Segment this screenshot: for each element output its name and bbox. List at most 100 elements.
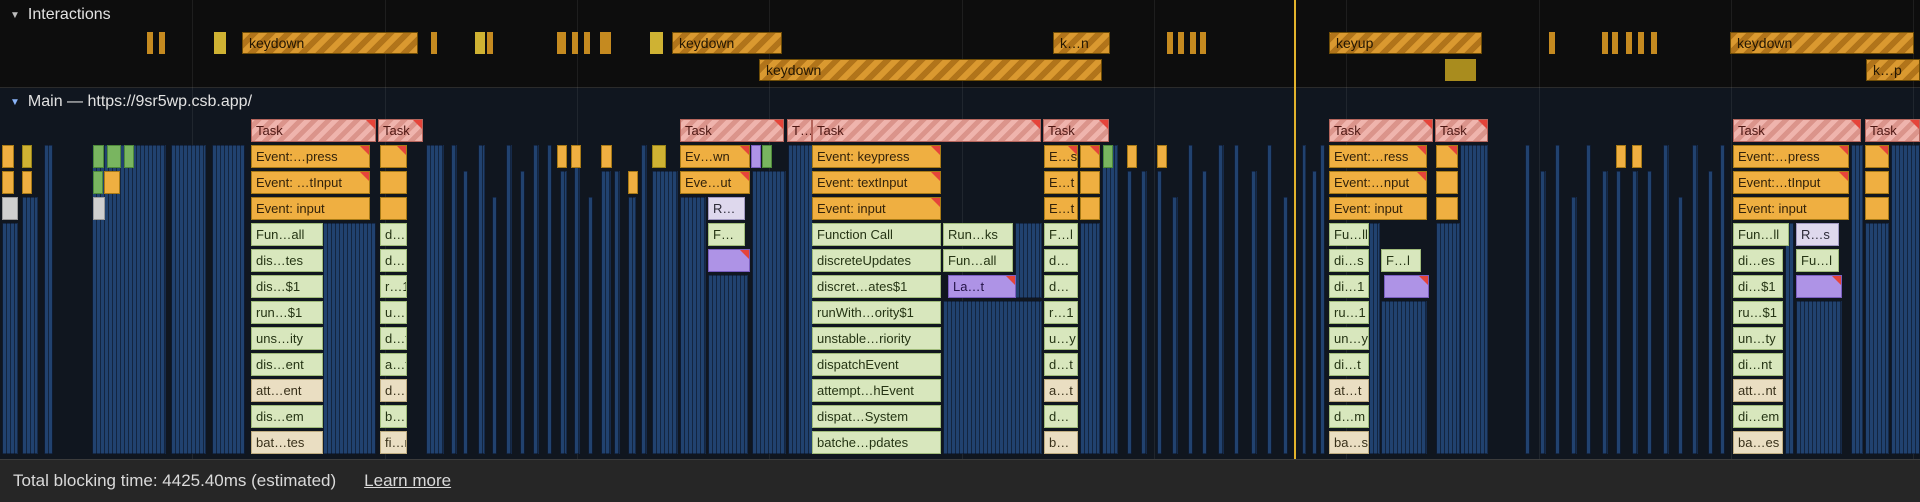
interaction-bar[interactable] (572, 32, 578, 54)
flame-sliver[interactable] (557, 145, 567, 168)
flame-bar[interactable]: att…nt (1733, 379, 1783, 402)
flame-bar[interactable]: un…ty (1733, 327, 1783, 350)
flame-sliver[interactable] (1616, 145, 1626, 168)
interaction-bar[interactable]: k…p (1866, 59, 1920, 81)
dense-js-frames[interactable] (614, 171, 620, 454)
flame-bar[interactable]: att…ent (251, 379, 323, 402)
flame-bar[interactable]: Function Call (812, 223, 941, 246)
flame-bar[interactable]: Event: textInput (812, 171, 941, 194)
flame-bar[interactable]: ba…es (1733, 431, 1783, 454)
interaction-bar[interactable] (1638, 32, 1644, 54)
flame-bar[interactable]: F…l (1381, 249, 1421, 272)
flame-bar[interactable]: Event:…ress (1329, 145, 1427, 168)
dense-js-frames[interactable] (323, 223, 376, 454)
flame-bar[interactable]: Task (251, 119, 376, 142)
flame-bar[interactable]: Task (1733, 119, 1861, 142)
flame-sliver[interactable] (1865, 145, 1889, 168)
dense-js-frames[interactable] (1015, 223, 1042, 298)
flame-bar[interactable]: discret…ates$1 (812, 275, 941, 298)
dense-js-frames[interactable] (1891, 145, 1920, 454)
flame-sliver[interactable] (22, 171, 32, 194)
flame-sliver[interactable] (380, 197, 407, 220)
flame-bar[interactable]: Event:…tInput (1733, 171, 1849, 194)
flame-bar[interactable]: Event: input (1733, 197, 1849, 220)
dense-js-frames[interactable] (547, 145, 552, 454)
flame-sliver[interactable] (104, 171, 120, 194)
dense-js-frames[interactable] (1251, 171, 1257, 454)
dense-js-frames[interactable] (601, 171, 611, 454)
dense-js-frames[interactable] (506, 145, 512, 454)
dense-js-frames[interactable] (560, 171, 567, 454)
interaction-bar[interactable] (475, 32, 485, 54)
flame-bar[interactable]: Fu…l (1796, 249, 1839, 272)
dense-js-frames[interactable] (1865, 223, 1889, 454)
interaction-bar[interactable] (1626, 32, 1632, 54)
dense-js-frames[interactable] (1720, 145, 1725, 454)
interaction-bar[interactable] (431, 32, 437, 54)
flame-sliver[interactable] (1865, 171, 1889, 194)
dense-js-frames[interactable] (426, 145, 444, 454)
flame-bar[interactable]: di…nt (1733, 353, 1783, 376)
interaction-bar[interactable] (1602, 32, 1608, 54)
flame-bar[interactable]: E…t (1044, 197, 1078, 220)
flame-bar[interactable]: di…s (1329, 249, 1369, 272)
main-track-header[interactable]: ▼ Main — https://9sr5wp.csb.app/ (10, 93, 252, 111)
flame-bar[interactable]: d… (1044, 249, 1078, 272)
dense-js-frames[interactable] (533, 145, 539, 454)
dense-js-frames[interactable] (652, 171, 678, 454)
dense-js-frames[interactable] (478, 145, 485, 454)
flame-bar[interactable]: d… (1044, 405, 1078, 428)
dense-js-frames[interactable] (1202, 171, 1207, 454)
flame-bar[interactable]: Event:…press (1733, 145, 1849, 168)
flame-bar[interactable]: a…t (1044, 379, 1078, 402)
flame-bar[interactable]: dis…ent (251, 353, 323, 376)
flame-bar[interactable]: E…t (1044, 171, 1078, 194)
dense-js-frames[interactable] (451, 145, 457, 454)
flame-bar[interactable]: d… (380, 249, 407, 272)
flame-sliver[interactable] (107, 145, 121, 168)
dense-js-frames[interactable] (1632, 171, 1638, 454)
dense-js-frames[interactable] (1616, 171, 1621, 454)
flame-bar[interactable]: dispatchEvent (812, 353, 941, 376)
flame-bar[interactable]: discreteUpdates (812, 249, 941, 272)
flame-sliver[interactable] (652, 145, 666, 168)
flame-bar[interactable]: T… (787, 119, 812, 142)
flame-bar[interactable]: Run…ks (943, 223, 1013, 246)
flame-bar[interactable]: run…$1 (251, 301, 323, 324)
dense-js-frames[interactable] (212, 145, 245, 454)
dense-js-frames[interactable] (2, 223, 18, 454)
dense-js-frames[interactable] (1785, 223, 1794, 454)
flame-bar[interactable]: Event:…nput (1329, 171, 1427, 194)
flame-bar[interactable]: di…t (1329, 353, 1369, 376)
dense-js-frames[interactable] (1267, 145, 1272, 454)
flame-bar[interactable]: ba…s (1329, 431, 1369, 454)
flame-sliver[interactable] (1103, 145, 1113, 168)
flame-sliver[interactable] (762, 145, 772, 168)
flame-bar[interactable]: Task (378, 119, 423, 142)
interaction-bar[interactable]: keydown (1730, 32, 1914, 54)
flame-bar[interactable]: uns…ity (251, 327, 323, 350)
dense-js-frames[interactable] (1369, 223, 1380, 454)
flame-bar[interactable]: runWith…ority$1 (812, 301, 941, 324)
dense-js-frames[interactable] (44, 145, 53, 454)
interaction-bar[interactable] (1549, 32, 1555, 54)
flame-bar[interactable]: F… (708, 223, 745, 246)
interaction-bar[interactable] (1612, 32, 1618, 54)
dense-js-frames[interactable] (1157, 171, 1162, 454)
flame-sliver[interactable] (22, 145, 32, 168)
flame-bar[interactable]: Task (1329, 119, 1433, 142)
collapse-triangle-icon[interactable]: ▼ (10, 97, 20, 108)
flame-sliver[interactable] (1080, 197, 1100, 220)
flame-sliver[interactable] (1632, 145, 1642, 168)
flame-bar[interactable]: d… (1044, 275, 1078, 298)
dense-js-frames[interactable] (1234, 145, 1239, 454)
flame-bar[interactable]: d…m (1329, 405, 1369, 428)
flame-bar[interactable]: Fun…all (943, 249, 1013, 272)
collapse-triangle-icon[interactable]: ▼ (10, 10, 20, 21)
flame-bar[interactable]: ru…1 (1329, 301, 1369, 324)
dense-js-frames[interactable] (1188, 145, 1193, 454)
flame-sliver[interactable] (628, 171, 638, 194)
flame-bar[interactable]: un…y (1329, 327, 1369, 350)
dense-js-frames[interactable] (574, 145, 580, 454)
flame-bar[interactable]: Eve…ut (680, 171, 750, 194)
